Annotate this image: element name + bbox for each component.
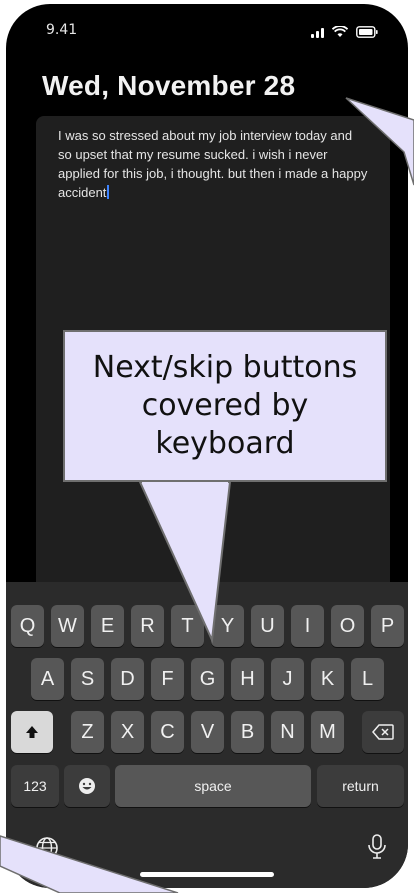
entry-date-title: Wed, November 28 xyxy=(42,70,296,101)
key-u[interactable]: U xyxy=(251,605,284,647)
home-indicator[interactable] xyxy=(140,872,274,877)
key-a[interactable]: A xyxy=(31,658,64,700)
key-j[interactable]: J xyxy=(271,658,304,700)
key-v[interactable]: V xyxy=(191,711,224,753)
key-w[interactable]: W xyxy=(51,605,84,647)
key-c[interactable]: C xyxy=(151,711,184,753)
microphone-icon xyxy=(368,834,386,859)
emoji-key[interactable] xyxy=(64,765,110,807)
globe-key[interactable] xyxy=(32,833,62,863)
key-t[interactable]: T xyxy=(171,605,204,647)
status-bar: 9.41 xyxy=(6,4,408,56)
key-q[interactable]: Q xyxy=(11,605,44,647)
key-b[interactable]: B xyxy=(231,711,264,753)
backspace-key[interactable] xyxy=(362,711,404,753)
key-l[interactable]: L xyxy=(351,658,384,700)
key-g[interactable]: G xyxy=(191,658,224,700)
text-caret xyxy=(107,185,110,199)
emoji-icon xyxy=(79,778,95,794)
status-time: 9.41 xyxy=(46,22,78,38)
globe-icon xyxy=(36,837,58,859)
key-p[interactable]: P xyxy=(371,605,404,647)
entry-text: I was so stressed about my job interview… xyxy=(58,128,368,200)
key-r[interactable]: R xyxy=(131,605,164,647)
key-o[interactable]: O xyxy=(331,605,364,647)
key-f[interactable]: F xyxy=(151,658,184,700)
journal-entry-textarea[interactable]: I was so stressed about my job interview… xyxy=(58,126,368,202)
dictation-key[interactable] xyxy=(362,831,392,863)
key-i[interactable]: I xyxy=(291,605,324,647)
on-screen-keyboard: Q W E R T Y U I O P A S D F G H J K L Z … xyxy=(6,582,408,888)
battery-icon xyxy=(356,26,378,38)
key-k[interactable]: K xyxy=(311,658,344,700)
key-s[interactable]: S xyxy=(71,658,104,700)
space-key[interactable]: space xyxy=(115,765,311,807)
key-e[interactable]: E xyxy=(91,605,124,647)
wifi-icon xyxy=(332,26,348,38)
key-h[interactable]: H xyxy=(231,658,264,700)
shift-icon xyxy=(26,726,38,738)
status-icons xyxy=(311,26,378,38)
return-key[interactable]: return xyxy=(317,765,404,807)
key-d[interactable]: D xyxy=(111,658,144,700)
signal-icon xyxy=(311,26,324,38)
shift-key[interactable] xyxy=(11,711,53,753)
key-n[interactable]: N xyxy=(271,711,304,753)
key-y[interactable]: Y xyxy=(211,605,244,647)
key-x[interactable]: X xyxy=(111,711,144,753)
numbers-key[interactable]: 123 xyxy=(11,765,59,807)
annotation-callout: Next/skip buttons covered by keyboard xyxy=(63,330,387,482)
key-m[interactable]: M xyxy=(311,711,344,753)
key-z[interactable]: Z xyxy=(71,711,104,753)
backspace-icon xyxy=(372,724,394,740)
callout-text: Next/skip buttons covered by keyboard xyxy=(92,350,358,461)
